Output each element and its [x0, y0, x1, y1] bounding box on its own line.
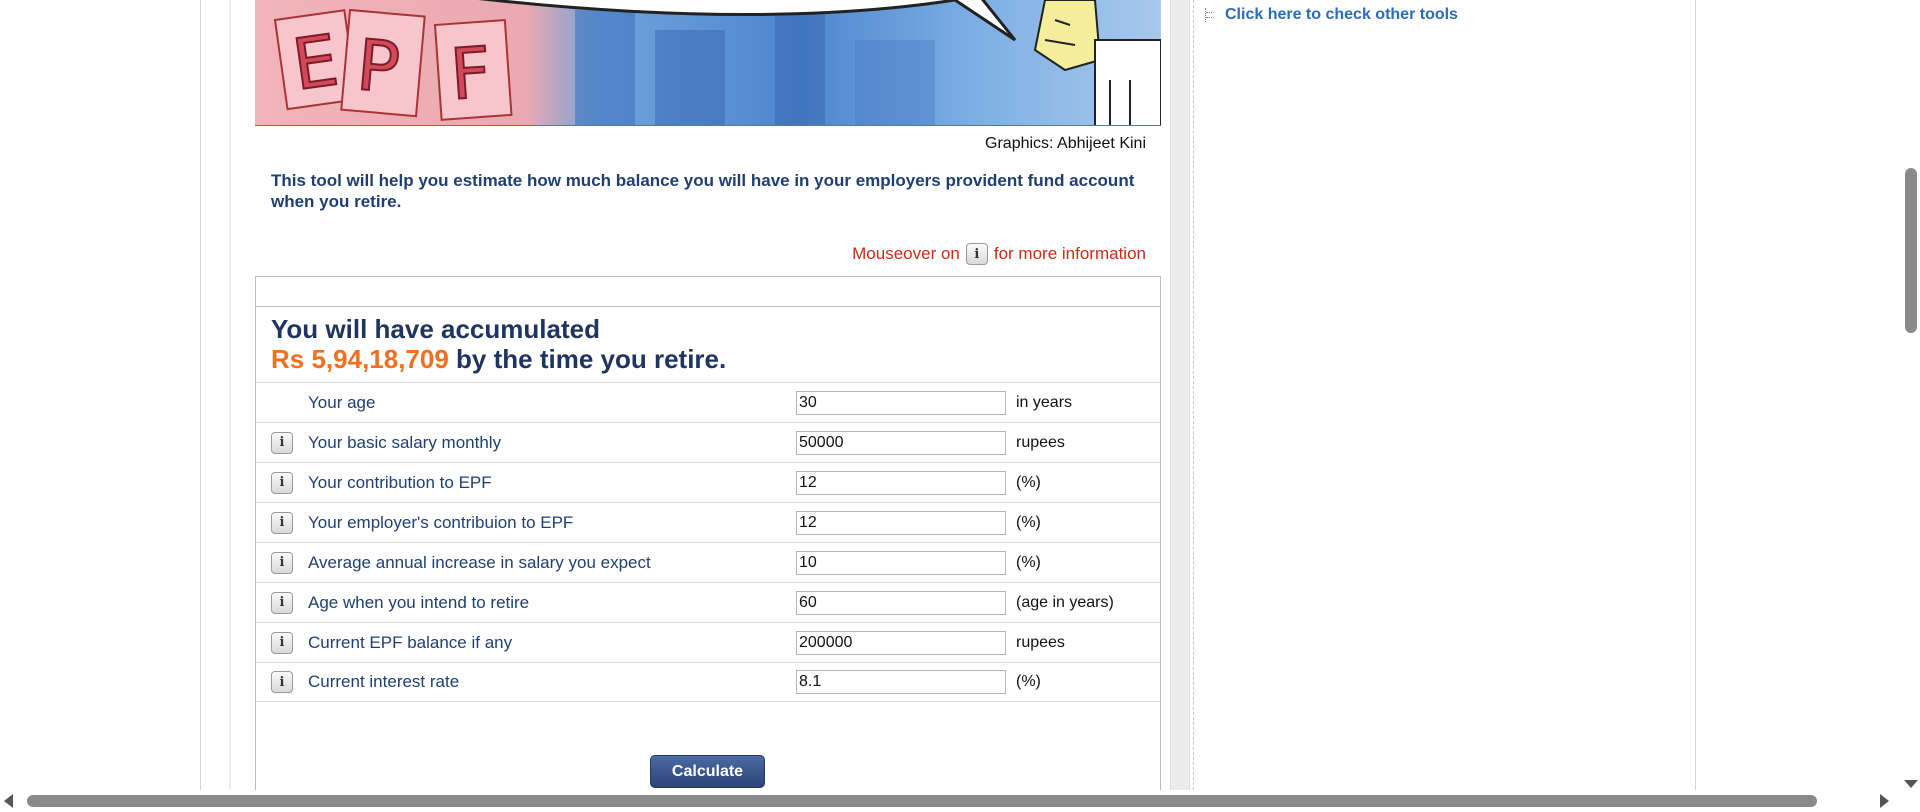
info-icon-slot: i: [256, 631, 308, 654]
info-icon-slot: i: [256, 591, 308, 614]
form-row: i Your basic salary monthly rupees: [256, 422, 1160, 462]
info-icon-slot: i: [256, 431, 308, 454]
banner-illustration: E P F: [255, 0, 1161, 126]
result-line-2: Rs 5,94,18,709 by the time you retire.: [271, 344, 726, 374]
info-icon[interactable]: i: [271, 631, 293, 654]
info-icon-slot: i: [256, 551, 308, 574]
info-icon-slot: i: [256, 511, 308, 534]
form-row: i Current interest rate (%): [256, 662, 1160, 702]
field-label: Average annual increase in salary you ex…: [308, 552, 651, 572]
horizontal-scrollbar[interactable]: [0, 790, 1920, 812]
form-row: Your age in years: [256, 382, 1160, 422]
form-row: i Current EPF balance if any rupees: [256, 622, 1160, 662]
field-input[interactable]: [796, 390, 1006, 415]
page: Click here to check other tools E P F Gr…: [0, 0, 1920, 812]
field-label: Age when you intend to retire: [308, 592, 530, 612]
left-border: [200, 0, 201, 790]
field-unit: (%): [1016, 513, 1041, 531]
form-row: i Your contribution to EPF (%): [256, 462, 1160, 502]
mouseover-hint: Mouseover on i for more information: [852, 243, 1146, 265]
result-summary: You will have accumulated Rs 5,94,18,709…: [271, 314, 726, 374]
graphics-credit: Graphics: Abhijeet Kini: [985, 135, 1146, 152]
scroll-left-arrow-icon[interactable]: [4, 794, 13, 808]
info-icon-slot: i: [256, 471, 308, 494]
field-input[interactable]: [796, 550, 1006, 575]
panel-header-strip: [256, 277, 1160, 307]
vertical-scrollbar[interactable]: [1900, 0, 1920, 790]
field-input[interactable]: [796, 670, 1006, 694]
result-line-2-rest: by the time you retire.: [448, 344, 727, 374]
info-icon[interactable]: i: [271, 551, 293, 574]
other-tools-link-row: Click here to check other tools: [1205, 6, 1458, 24]
field-input[interactable]: [796, 510, 1006, 535]
form-row: i Average annual increase in salary you e…: [256, 542, 1160, 582]
info-icon[interactable]: i: [271, 471, 293, 494]
field-input[interactable]: [796, 630, 1006, 655]
mouseover-hint-before: Mouseover on: [852, 244, 960, 263]
scroll-right-arrow-icon[interactable]: [1880, 794, 1889, 808]
sidebar-divider: [1193, 0, 1194, 790]
field-unit: rupees: [1016, 633, 1065, 651]
info-icon[interactable]: i: [271, 511, 293, 534]
svg-text:F: F: [448, 31, 494, 116]
field-unit: (%): [1016, 553, 1041, 571]
field-label: Current interest rate: [308, 672, 460, 691]
field-label: Your age: [308, 392, 376, 412]
info-icon[interactable]: i: [271, 431, 293, 454]
field-input[interactable]: [796, 470, 1006, 495]
field-label: Current EPF balance if any: [308, 632, 513, 652]
banner-art: E P F: [273, 0, 1161, 125]
result-line-1: You will have accumulated: [271, 314, 600, 344]
field-unit: (%): [1016, 673, 1041, 690]
info-icon: i: [965, 243, 988, 265]
field-label: Your contribution to EPF: [308, 472, 492, 492]
calculate-button[interactable]: Calculate: [650, 755, 765, 788]
input-fields: Your age in years i Your basic salary month…: [256, 382, 1160, 702]
scroll-down-arrow-icon[interactable]: [1904, 780, 1918, 788]
vertical-scrollbar-thumb[interactable]: [1905, 168, 1917, 333]
intro-text: This tool will help you estimate how muc…: [271, 171, 1135, 211]
field-label: Your employer's contribuion to EPF: [308, 512, 574, 532]
other-tools-link[interactable]: Click here to check other tools: [1225, 6, 1458, 24]
field-unit: rupees: [1016, 433, 1065, 451]
field-unit: (age in years): [1016, 593, 1114, 611]
form-row: i Age when you intend to retire (age in ye…: [256, 582, 1160, 622]
info-icon-slot: i: [256, 671, 308, 693]
svg-text:P: P: [354, 24, 403, 109]
tree-branch-icon: [1205, 8, 1215, 22]
left-strip: [229, 0, 231, 790]
info-icon[interactable]: i: [271, 591, 293, 614]
mouseover-hint-after: for more information: [993, 244, 1146, 263]
field-input[interactable]: [796, 590, 1006, 615]
right-border: [1695, 0, 1696, 790]
field-label: Your basic salary monthly: [308, 432, 502, 452]
info-icon[interactable]: i: [271, 671, 293, 693]
field-unit: in years: [1016, 393, 1073, 411]
field-unit: (%): [1016, 473, 1041, 491]
result-amount: Rs 5,94,18,709: [271, 344, 449, 374]
content-gutter: [1170, 0, 1190, 790]
field-input[interactable]: [796, 430, 1006, 455]
form-row: i Your employer's contribuion to EPF (%): [256, 502, 1160, 542]
horizontal-scrollbar-thumb[interactable]: [27, 795, 1817, 807]
